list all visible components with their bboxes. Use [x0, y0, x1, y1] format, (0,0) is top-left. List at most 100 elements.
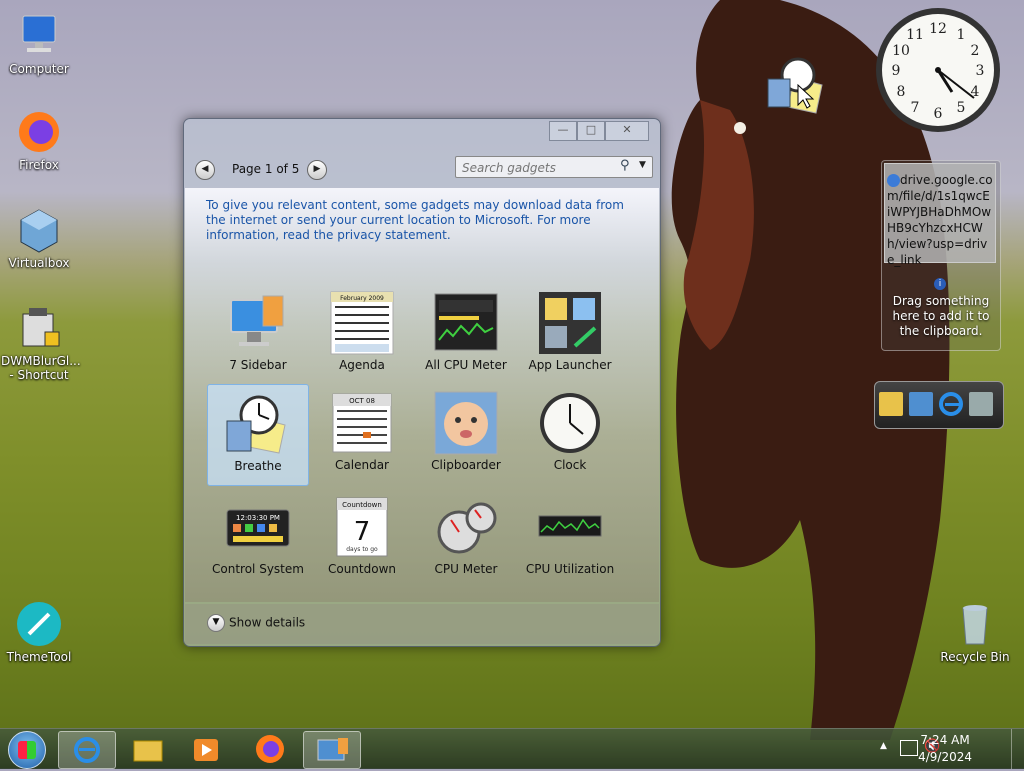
countdown-thumbnail-icon: Countdown 7 days to go [329, 494, 395, 560]
folder-icon [133, 740, 163, 762]
start-button[interactable] [8, 731, 46, 769]
info-icon: i [934, 278, 946, 290]
maximize-button[interactable]: □ [577, 121, 605, 141]
gadget-list: To give you relevant content, some gadge… [185, 188, 659, 602]
gadget-app-launcher[interactable]: App Launcher [520, 284, 620, 384]
gadget-countdown[interactable]: Countdown 7 days to go Countdown [312, 488, 412, 588]
minimize-button[interactable]: — [549, 121, 577, 141]
privacy-notice[interactable]: To give you relevant content, some gadge… [206, 198, 636, 243]
recycle-bin-icon [951, 600, 999, 648]
gadget-label: Agenda [339, 358, 385, 372]
close-button[interactable]: ✕ [605, 121, 649, 141]
gadget-clock[interactable]: Clock [520, 384, 620, 484]
gadget-label: All CPU Meter [425, 358, 507, 372]
taskbar-gadgets-button[interactable] [303, 731, 361, 769]
desktop-icon-recycle-bin[interactable]: Recycle Bin [937, 600, 1013, 664]
gadget-clipboarder[interactable]: Clipboarder [416, 384, 516, 484]
ie-icon [74, 737, 100, 763]
gadget-cpu-utilization[interactable]: CPU Utilization [520, 488, 620, 588]
desktop-icon-label: DWMBlurGl... - Shortcut [1, 354, 81, 382]
app-launcher-thumbnail-icon [537, 290, 603, 356]
gadget-label: Clock [553, 458, 587, 472]
previous-page-button[interactable]: ◀ [195, 160, 215, 180]
chevron-down-icon[interactable]: ▼ [639, 160, 646, 170]
desktop-icon-label: Virtualbox [8, 256, 70, 270]
media-player-icon [194, 739, 218, 761]
themetool-icon [15, 600, 63, 648]
dragging-breathe-icon [767, 57, 823, 114]
gadget-cpu-meter[interactable]: CPU Meter [416, 488, 516, 588]
svg-text:9: 9 [892, 63, 901, 79]
taskbar-clock[interactable]: 7:24 AM 4/9/2024 [918, 732, 972, 766]
network-icon[interactable] [909, 392, 933, 416]
cpu-meter-thumbnail-icon [433, 290, 499, 356]
gadget-label: Calendar [335, 458, 389, 472]
svg-text:8: 8 [897, 84, 906, 100]
search-input[interactable] [460, 159, 614, 176]
desktop-icon-dwmblur[interactable]: DWMBlurGl... - Shortcut [1, 304, 81, 382]
ie-icon[interactable] [939, 392, 963, 416]
taskbar-ie-button[interactable] [58, 731, 116, 769]
desktop-icon-firefox[interactable]: Firefox [1, 108, 77, 172]
clipboarder-thumbnail-icon [433, 390, 499, 456]
clipboard-item[interactable]: drive.google.com/file/d/1s1qwcEiWPYJBHaD… [884, 163, 996, 267]
firefox-icon [15, 108, 63, 156]
svg-text:12:03:30 PM: 12:03:30 PM [236, 514, 280, 522]
svg-text:1: 1 [957, 27, 966, 43]
taskbar-time: 7:24 AM [920, 733, 970, 747]
search-box[interactable]: ⚲ ▼ [455, 156, 653, 178]
gadget-breathe[interactable]: Breathe [207, 384, 309, 486]
details-bar: ▼ Show details [185, 604, 659, 644]
app-launcher-gadget[interactable] [874, 381, 1004, 429]
gadget-agenda[interactable]: February 2009 Agenda [312, 284, 412, 384]
svg-text:OCT 08: OCT 08 [349, 397, 375, 405]
taskbar: ▲ 🔇 7:24 AM 4/9/2024 [0, 728, 1024, 769]
gadget-control-system[interactable]: 12:03:30 PM Control System [208, 488, 308, 588]
folder-icon[interactable] [879, 392, 903, 416]
desktop-icon-computer[interactable]: Computer [1, 12, 77, 76]
show-details-label: Show details [229, 615, 306, 630]
gadget-calendar[interactable]: OCT 08 Calendar [312, 384, 412, 484]
desktop-icon-virtualbox[interactable]: Virtualbox [1, 206, 77, 270]
gadget-label: CPU Utilization [525, 562, 615, 576]
svg-text:days to go: days to go [346, 546, 378, 553]
svg-text:10: 10 [892, 43, 910, 59]
search-icon[interactable]: ⚲ [620, 158, 630, 173]
taskbar-media-player-button[interactable] [178, 731, 234, 767]
desktop-icon-label: Recycle Bin [940, 650, 1010, 664]
clock-gadget[interactable]: 12 1 2 3 4 5 6 7 8 9 10 11 [874, 6, 1002, 134]
trash-icon[interactable] [969, 392, 993, 416]
desktop-icon-label: ThemeTool [6, 650, 72, 664]
network-icon[interactable] [900, 740, 918, 756]
clipboard-gadget[interactable]: drive.google.com/file/d/1s1qwcEiWPYJBHaD… [881, 160, 1001, 351]
clipboard-info: Drag something here to add it to the cli… [892, 294, 990, 338]
taskbar-firefox-button[interactable] [242, 731, 298, 767]
agenda-thumbnail-icon: February 2009 [329, 290, 395, 356]
virtualbox-icon [15, 206, 63, 254]
taskbar-explorer-button[interactable] [120, 731, 176, 767]
next-page-button[interactable]: ▶ [307, 160, 327, 180]
svg-text:3: 3 [976, 63, 985, 79]
gadget-label: App Launcher [528, 358, 612, 372]
gadget-label: Clipboarder [431, 458, 501, 472]
show-hidden-icons-icon[interactable]: ▲ [880, 741, 887, 751]
chevron-down-icon: ▼ [207, 614, 225, 632]
gadget-all-cpu-meter[interactable]: All CPU Meter [416, 284, 516, 384]
show-details-button[interactable]: ▼ Show details [207, 614, 305, 632]
svg-text:7: 7 [911, 100, 920, 116]
svg-text:6: 6 [934, 106, 943, 122]
svg-text:5: 5 [957, 100, 966, 116]
gadget-label: 7 Sidebar [229, 358, 287, 372]
gadget-label: Breathe [234, 459, 282, 473]
cpu-utilization-thumbnail-icon [537, 494, 603, 560]
gadget-gallery-window[interactable]: — □ ✕ ◀ Page 1 of 5 ▶ ⚲ ▼ To give you re… [183, 118, 661, 647]
installer-icon [15, 304, 63, 352]
show-desktop-button[interactable] [1011, 729, 1024, 769]
computer-icon [15, 12, 63, 60]
desktop-icon-themetool[interactable]: ThemeTool [1, 600, 77, 664]
svg-text:12: 12 [929, 21, 947, 37]
page-indicator: Page 1 of 5 [232, 162, 300, 176]
gadget-7-sidebar[interactable]: 7 Sidebar [208, 284, 308, 384]
breathe-thumbnail-icon [225, 391, 291, 457]
desktop-icon-label: Computer [9, 62, 69, 76]
